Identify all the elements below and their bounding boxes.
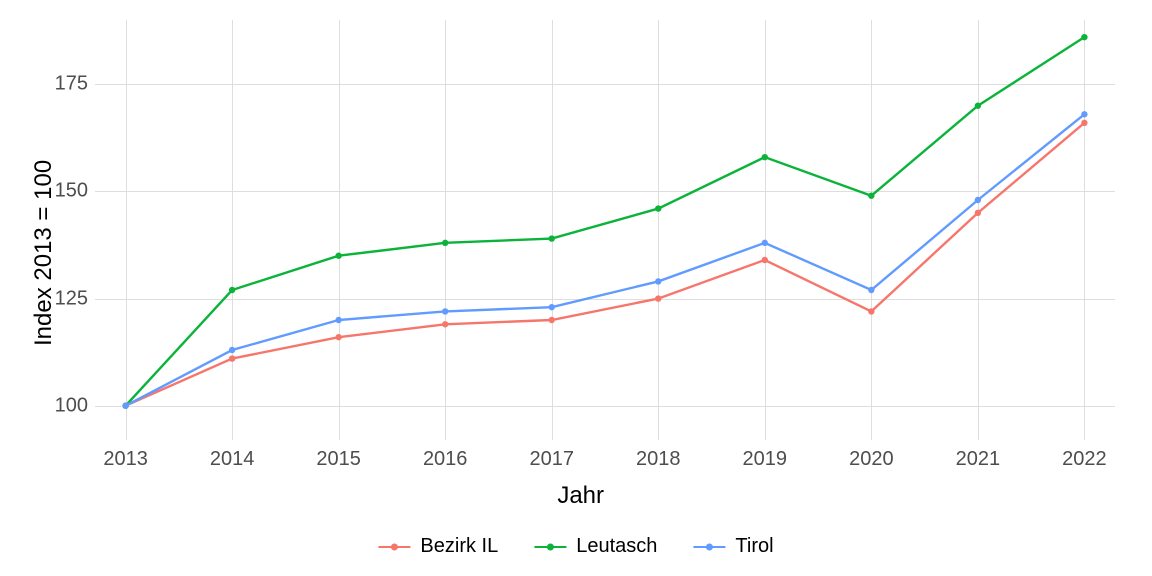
series-point [1081, 111, 1087, 117]
series-point [335, 253, 341, 259]
legend-item: Tirol [693, 535, 773, 558]
plot-area [95, 20, 1115, 440]
y-tick-label: 150 [38, 180, 88, 203]
series-point [868, 287, 874, 293]
series-point [335, 334, 341, 340]
legend-swatch [534, 539, 566, 555]
series-point [335, 317, 341, 323]
series-point [975, 103, 981, 109]
legend-item: Leutasch [534, 535, 657, 558]
x-tick-label: 2022 [1062, 448, 1107, 471]
series-point [655, 205, 661, 211]
x-tick-label: 2018 [636, 448, 681, 471]
series-point [975, 197, 981, 203]
series-point [549, 304, 555, 310]
series-point [868, 193, 874, 199]
series-point [762, 257, 768, 263]
series-line [126, 123, 1085, 406]
legend-label: Leutasch [576, 535, 657, 558]
series-point [1081, 34, 1087, 40]
x-axis-title: Jahr [557, 482, 604, 510]
series-point [1081, 120, 1087, 126]
series-point [762, 240, 768, 246]
x-tick-label: 2016 [423, 448, 468, 471]
x-tick-label: 2017 [529, 448, 574, 471]
series-point [655, 295, 661, 301]
series-point [442, 321, 448, 327]
chart-container: Index 2013 = 100 100125150175 2013201420… [0, 0, 1152, 576]
series-point [442, 308, 448, 314]
legend-item: Bezirk IL [378, 535, 498, 558]
y-tick-label: 100 [38, 394, 88, 417]
series-point [442, 240, 448, 246]
series-point [655, 278, 661, 284]
series-point [549, 317, 555, 323]
series-point [868, 308, 874, 314]
x-tick-label: 2020 [849, 448, 894, 471]
x-tick-label: 2014 [210, 448, 255, 471]
series-point [122, 403, 128, 409]
series-point [762, 154, 768, 160]
legend-swatch [378, 539, 410, 555]
x-tick-label: 2015 [316, 448, 361, 471]
series-point [229, 355, 235, 361]
series-point [975, 210, 981, 216]
legend: Bezirk IL Leutasch Tirol [378, 535, 773, 558]
legend-label: Tirol [735, 535, 773, 558]
series-line [126, 114, 1085, 405]
x-tick-label: 2013 [103, 448, 148, 471]
x-tick-label: 2019 [743, 448, 788, 471]
x-tick-label: 2021 [956, 448, 1001, 471]
y-tick-label: 175 [38, 73, 88, 96]
series-point [229, 287, 235, 293]
legend-swatch [693, 539, 725, 555]
legend-label: Bezirk IL [420, 535, 498, 558]
series-layer [95, 20, 1115, 440]
series-point [229, 347, 235, 353]
y-tick-label: 125 [38, 287, 88, 310]
series-point [549, 235, 555, 241]
